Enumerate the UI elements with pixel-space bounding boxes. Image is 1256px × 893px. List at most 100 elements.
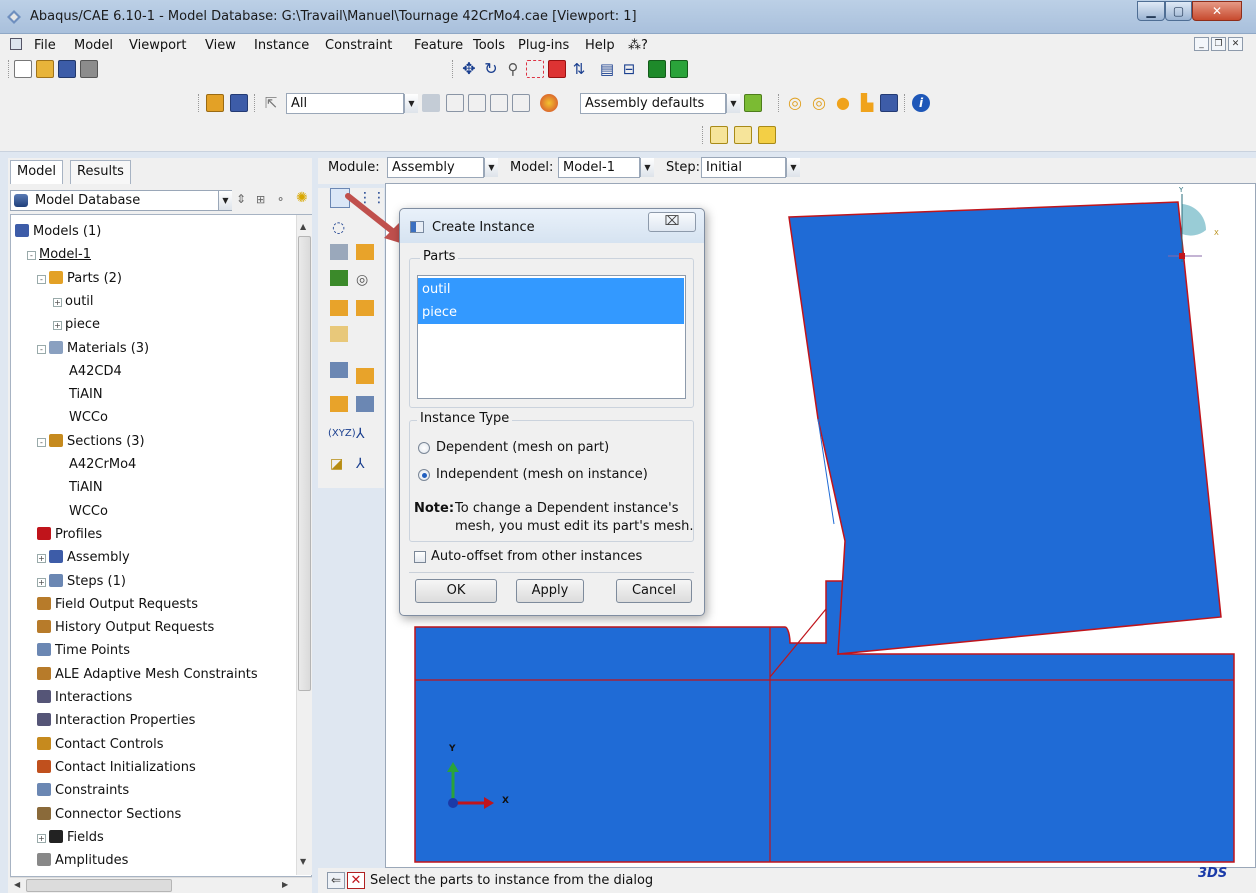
tree-item[interactable]: Field Output Requests	[37, 594, 198, 616]
render-style-icon[interactable]	[744, 94, 762, 112]
info-icon[interactable]: i	[912, 94, 930, 112]
coincident-point-icon[interactable]	[330, 362, 348, 378]
cancel-button[interactable]: Cancel	[616, 579, 692, 603]
chevron-down-icon[interactable]: ▼	[786, 158, 800, 177]
rotate-icon[interactable]: ↻	[482, 60, 500, 78]
cycle-views-icon[interactable]: ⇅	[570, 60, 588, 78]
tree-item[interactable]: Connector Sections	[37, 804, 181, 826]
tree-item[interactable]: Contact Initializations	[37, 757, 196, 779]
select-features-icon[interactable]	[490, 94, 508, 112]
mdi-restore-icon[interactable]: ❐	[1211, 37, 1226, 51]
scroll-right-icon[interactable]: ▶	[282, 880, 288, 889]
shade-icon[interactable]: ◎	[810, 94, 828, 112]
tree-item[interactable]: + Assembly	[37, 547, 130, 569]
views-toolbar-icon[interactable]: ▤	[598, 60, 616, 78]
tree-item[interactable]: Interactions	[37, 687, 132, 709]
step-combo[interactable]: Initial	[701, 157, 786, 178]
display-group-icon[interactable]	[230, 94, 248, 112]
scroll-left-icon[interactable]: ◀	[14, 880, 20, 889]
tree-item[interactable]: Models (1)	[15, 221, 101, 243]
dependent-radio[interactable]	[418, 442, 430, 454]
tree-item[interactable]: TiAIN	[53, 384, 103, 406]
menu-constraint[interactable]: Constraint	[325, 38, 392, 53]
menu-file[interactable]: File	[34, 38, 56, 53]
datum-csys-icon[interactable]: (XYZ)	[328, 428, 356, 439]
shaded-icon[interactable]	[758, 126, 776, 144]
chevron-down-icon[interactable]: ▼	[404, 94, 418, 113]
tab-model[interactable]: Model	[10, 160, 64, 184]
view-cut-icon[interactable]	[648, 60, 666, 78]
ok-button[interactable]: OK	[415, 579, 497, 603]
tab-results[interactable]: Results	[70, 160, 131, 184]
merge-cut-icon[interactable]	[330, 270, 348, 286]
independent-radio[interactable]	[418, 469, 430, 481]
system-menu-icon[interactable]	[10, 38, 22, 50]
expand-icon[interactable]: +	[37, 833, 46, 843]
mdi-close-icon[interactable]: ✕	[1228, 37, 1243, 51]
color-code-icon[interactable]	[540, 94, 558, 112]
list-item-outil[interactable]: outil	[418, 278, 684, 301]
tree-item[interactable]: Contact Controls	[37, 734, 163, 756]
display-options-icon[interactable]	[880, 94, 898, 112]
expand-tree-icon[interactable]: ⊞	[256, 193, 265, 206]
tree-item[interactable]: ALE Adaptive Mesh Constraints	[37, 664, 258, 686]
sections-view-icon[interactable]: ⊟	[620, 60, 638, 78]
render-style-combo[interactable]: Assembly defaults	[580, 93, 726, 114]
partition-icon[interactable]: ▙	[858, 94, 876, 112]
tree-item[interactable]: - Parts (2)	[37, 268, 122, 290]
maximize-icon[interactable]: ▢	[1165, 1, 1192, 21]
render-model-icon[interactable]	[670, 60, 688, 78]
auto-offset-checkbox[interactable]	[414, 551, 426, 563]
drag-shape-icon[interactable]	[468, 94, 486, 112]
pan-icon[interactable]: ✥	[460, 60, 478, 78]
menu-instance[interactable]: Instance	[254, 38, 309, 53]
tree-item[interactable]: + outil	[53, 291, 94, 313]
chevron-down-icon[interactable]: ▼	[726, 94, 740, 113]
tree-item[interactable]: TiAIN	[53, 477, 103, 499]
menu-view[interactable]: View	[205, 38, 236, 53]
model-database-combo[interactable]: Model Database	[10, 190, 232, 211]
tree-item[interactable]: Profiles	[37, 524, 102, 546]
close-icon[interactable]: ✕	[1192, 1, 1242, 21]
model-combo[interactable]: Model-1	[558, 157, 640, 178]
new-file-icon[interactable]	[14, 60, 32, 78]
tree-item[interactable]: Interaction Properties	[37, 710, 195, 732]
tree-item[interactable]: + piece	[53, 314, 100, 336]
auto-fit-icon[interactable]	[548, 60, 566, 78]
tree-item[interactable]: + Fields	[37, 827, 104, 849]
select-from-viewport-icon[interactable]	[446, 94, 464, 112]
list-item-piece[interactable]: piece	[418, 301, 684, 324]
zoom-icon[interactable]: ⚲	[504, 60, 522, 78]
scroll-up-icon[interactable]: ▲	[300, 222, 306, 231]
collapse-icon[interactable]: -	[27, 251, 36, 261]
scroll-down-icon[interactable]: ▼	[300, 857, 306, 866]
assembly-display-icon[interactable]	[206, 94, 224, 112]
print-icon[interactable]	[80, 60, 98, 78]
chevron-down-icon[interactable]: ▼	[484, 158, 498, 177]
cancel-procedure-icon[interactable]: ✕	[347, 872, 365, 889]
apply-button[interactable]: Apply	[516, 579, 584, 603]
tree-item[interactable]: - Materials (3)	[37, 338, 149, 360]
chevron-down-icon[interactable]: ▼	[218, 191, 232, 210]
selection-options-icon[interactable]	[422, 94, 440, 112]
tree-item[interactable]: Constraints	[37, 780, 129, 802]
menu-model[interactable]: Model	[74, 38, 113, 53]
chevron-down-icon[interactable]: ▼	[640, 158, 654, 177]
tree-item[interactable]: WCCo	[53, 501, 108, 523]
collapse-icon[interactable]: -	[37, 274, 46, 284]
tree-item[interactable]: + Steps (1)	[37, 571, 126, 593]
datum-axis-icon[interactable]: ⅄	[356, 456, 365, 472]
datum-plane-icon[interactable]: ◪	[330, 456, 343, 472]
menu-feature[interactable]: Feature	[414, 38, 463, 53]
open-file-icon[interactable]	[36, 60, 54, 78]
selection-filter-combo[interactable]: All	[286, 93, 404, 114]
face-to-face-icon[interactable]	[356, 300, 374, 316]
hidden-line-icon[interactable]	[734, 126, 752, 144]
tree-item[interactable]: A42CrMo4	[53, 454, 136, 476]
module-combo[interactable]: Assembly	[387, 157, 484, 178]
edit-feature-icon[interactable]	[330, 326, 348, 342]
select-cursor-icon[interactable]: ⇱	[262, 94, 280, 112]
mdi-minimize-icon[interactable]: _	[1194, 37, 1209, 51]
tree-hscroll-thumb[interactable]	[26, 879, 172, 892]
menu-help[interactable]: Help	[585, 38, 615, 53]
